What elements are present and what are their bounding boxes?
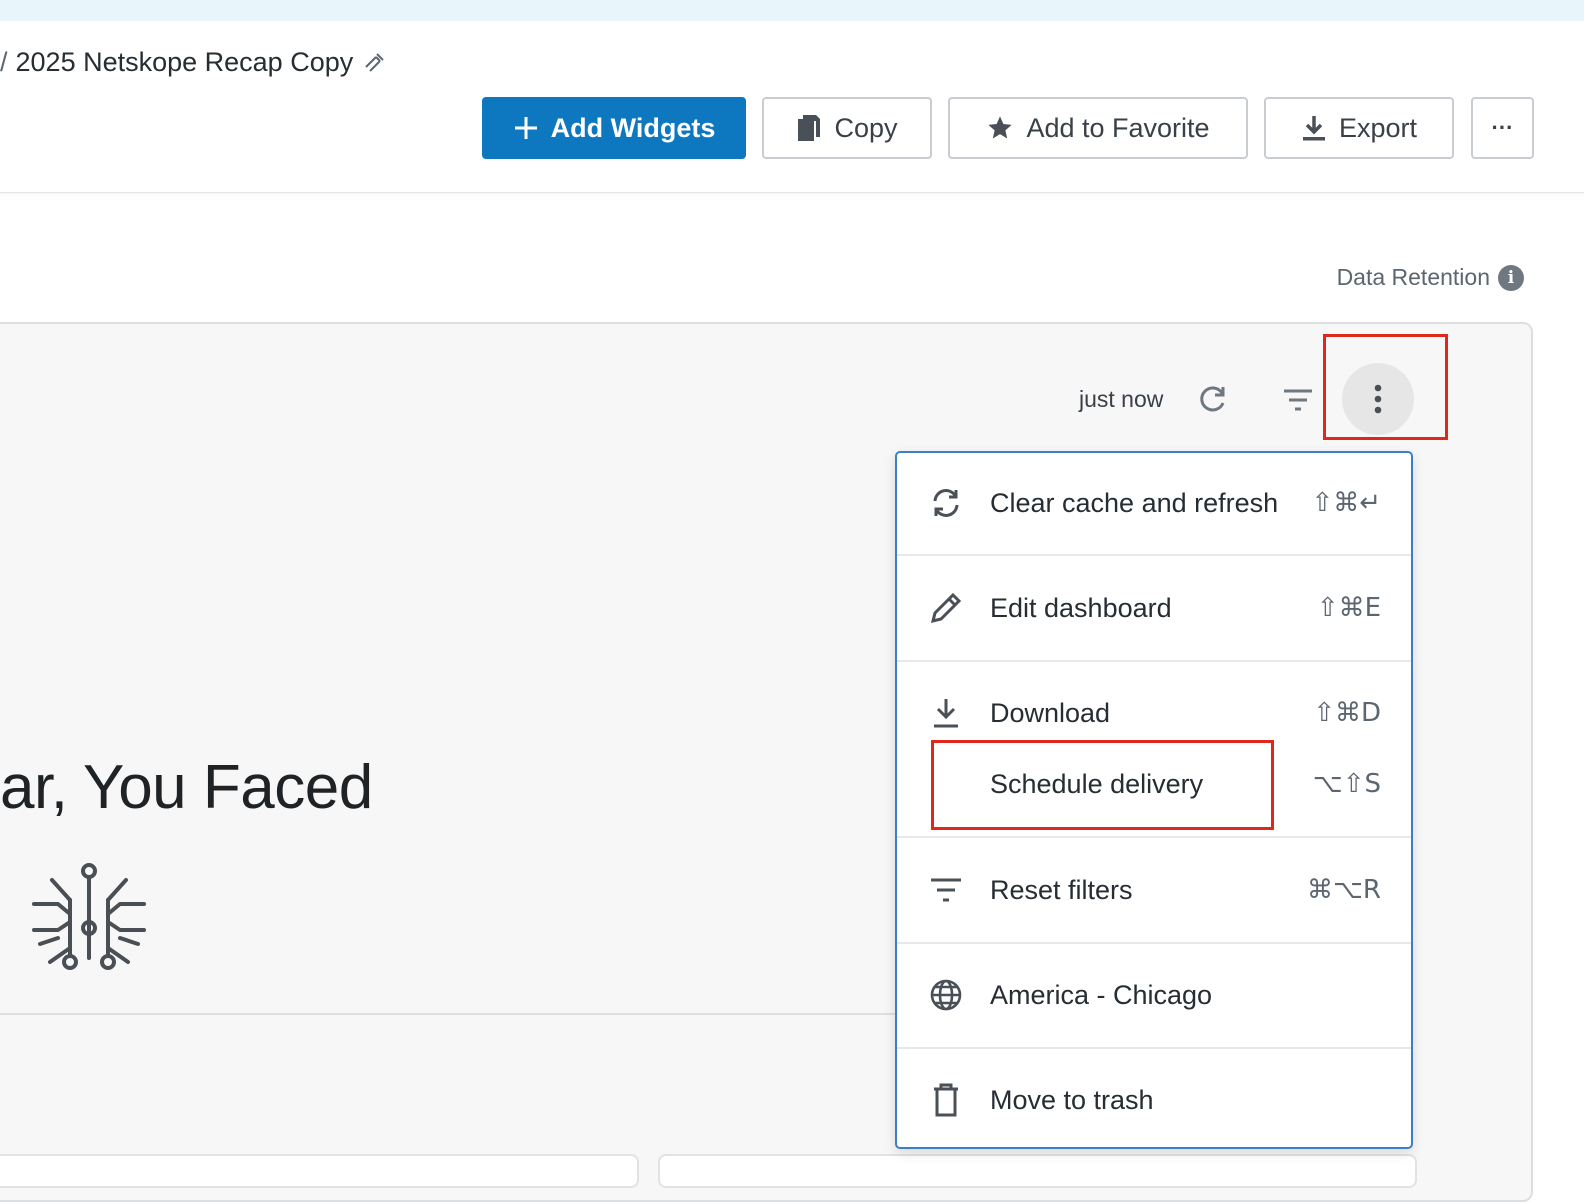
- ellipsis-icon: ···: [1491, 115, 1514, 140]
- last-refreshed-text: just now: [1079, 386, 1164, 412]
- circuit-bug-icon: [32, 863, 146, 970]
- refresh-icon[interactable]: [1196, 384, 1228, 416]
- tile-bottom-left: [0, 1154, 639, 1188]
- kebab-menu-button[interactable]: [1342, 363, 1414, 435]
- add-to-favorite-label: Add to Favorite: [1026, 112, 1210, 143]
- add-widgets-label: Add Widgets: [550, 112, 716, 143]
- tile-headline: ar, You Faced: [0, 753, 373, 822]
- trash-icon: [929, 1083, 963, 1117]
- menu-item-label: Edit dashboard: [990, 592, 1172, 623]
- dashboard-title[interactable]: 2025 Netskope Recap Copy: [16, 47, 354, 78]
- export-button[interactable]: Export: [1264, 97, 1454, 159]
- breadcrumb: / 2025 Netskope Recap Copy: [0, 44, 387, 80]
- info-icon[interactable]: i: [1498, 264, 1524, 291]
- dashboard-header: / 2025 Netskope Recap Copy Add Widgets C…: [0, 21, 1584, 193]
- copy-button[interactable]: Copy: [762, 97, 932, 159]
- vertical-dots-icon: [1374, 384, 1382, 414]
- menu-item-clear-cache[interactable]: Clear cache and refresh ⇧⌘↵: [897, 473, 1411, 533]
- filter-icon: [929, 873, 963, 907]
- more-options-button[interactable]: ···: [1471, 97, 1534, 159]
- menu-item-shortcut: ⇧⌘D: [1313, 698, 1381, 728]
- menu-item-shortcut: ⇧⌘E: [1316, 593, 1381, 623]
- menu-item-label: America - Chicago: [990, 979, 1213, 1010]
- copy-label: Copy: [834, 112, 898, 143]
- menu-item-download[interactable]: Download ⇧⌘D: [897, 683, 1411, 743]
- menu-item-move-to-trash[interactable]: Move to trash: [897, 1070, 1411, 1130]
- menu-item-label: Clear cache and refresh: [990, 487, 1279, 518]
- menu-item-reset-filters[interactable]: Reset filters ⌘⌥R: [897, 860, 1411, 920]
- menu-item-edit-dashboard[interactable]: Edit dashboard ⇧⌘E: [897, 578, 1411, 638]
- menu-item-shortcut: ⇧⌘↵: [1311, 488, 1381, 518]
- menu-item-shortcut: ⌘⌥R: [1306, 875, 1381, 905]
- panel-divider: [0, 1013, 896, 1015]
- tile-bottom-right: [658, 1154, 1417, 1188]
- menu-item-schedule-delivery[interactable]: Schedule delivery ⌥⇧S: [897, 754, 1411, 814]
- menu-item-label: Move to trash: [990, 1084, 1154, 1115]
- top-strip: [0, 0, 1584, 21]
- data-retention[interactable]: Data Retention i: [1337, 264, 1524, 291]
- star-icon: [988, 116, 1013, 139]
- sync-icon: [929, 486, 963, 520]
- dashboard-options-menu: Clear cache and refresh ⇧⌘↵ Edit dashboa…: [895, 451, 1413, 1149]
- menu-item-shortcut: ⌥⇧S: [1312, 769, 1381, 799]
- breadcrumb-separator: /: [0, 46, 8, 77]
- data-retention-label: Data Retention: [1336, 264, 1490, 290]
- add-widgets-button[interactable]: Add Widgets: [482, 97, 746, 159]
- filter-icon[interactable]: [1282, 387, 1314, 413]
- copy-icon: [798, 115, 821, 141]
- export-label: Export: [1338, 112, 1418, 143]
- pencil-icon: [929, 591, 963, 625]
- plus-icon: [514, 117, 537, 139]
- download-icon: [1302, 116, 1325, 141]
- menu-item-label: Download: [990, 697, 1111, 728]
- download-icon: [929, 696, 963, 730]
- menu-item-label: Schedule delivery: [990, 768, 1204, 799]
- menu-item-label: Reset filters: [990, 874, 1133, 905]
- edit-title-icon[interactable]: [363, 50, 387, 74]
- menu-item-timezone[interactable]: America - Chicago: [897, 965, 1411, 1025]
- globe-icon: [929, 978, 963, 1012]
- add-to-favorite-button[interactable]: Add to Favorite: [948, 97, 1248, 159]
